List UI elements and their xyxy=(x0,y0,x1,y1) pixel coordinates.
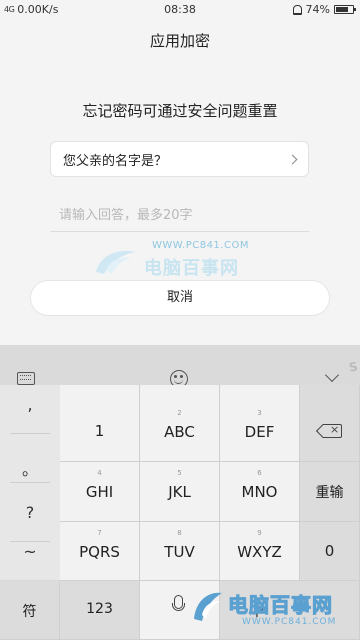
punct-key[interactable]: 。 xyxy=(0,434,60,483)
watermark-corner-url: WWW.PC841.COM xyxy=(242,617,337,627)
punct-label: ~ xyxy=(23,542,37,561)
status-bar: 4G 0.00K/s 08:38 74% xyxy=(0,0,360,20)
key-num: 9 xyxy=(257,529,262,537)
key-label: MNO xyxy=(241,483,278,501)
key-num: 5 xyxy=(177,469,182,477)
key-4[interactable]: 4 GHI xyxy=(60,462,140,522)
battery-percent: 74% xyxy=(305,3,330,16)
key-label: GHI xyxy=(85,483,114,501)
punct-key[interactable]: ~ xyxy=(0,532,60,581)
key-9[interactable]: 9 WXYZ xyxy=(220,522,300,581)
punct-label: ? xyxy=(25,503,35,522)
key-num: 7 xyxy=(97,529,102,537)
key-2[interactable]: 2 ABC xyxy=(140,385,220,462)
security-question-select[interactable]: 您父亲的名字是？ xyxy=(50,141,309,177)
reinput-label: 重输 xyxy=(315,485,344,501)
key-label: 0 xyxy=(324,542,335,560)
watermark: WWW.PC841.COM 电脑百事网 xyxy=(92,240,272,280)
punct-label: 。 xyxy=(21,460,38,479)
watermark-logo-icon xyxy=(96,250,136,274)
keyboard-icon[interactable] xyxy=(17,372,35,385)
key-8[interactable]: 8 TUV xyxy=(140,522,220,581)
punct-label: , xyxy=(27,395,33,414)
key-label: PQRS xyxy=(79,543,120,561)
symbol-key[interactable]: 符 xyxy=(0,581,60,640)
key-num: 6 xyxy=(257,469,262,477)
key-5[interactable]: 5 JKL xyxy=(140,462,220,522)
key-num: 4 xyxy=(97,469,102,477)
answer-input[interactable]: 请输入回答，最多20字 xyxy=(50,196,309,232)
battery-icon xyxy=(334,5,356,14)
key-label: ABC xyxy=(164,423,195,441)
watermark-name: 电脑百事网 xyxy=(144,258,239,279)
key-label: TUV xyxy=(164,543,195,561)
notification-icon xyxy=(292,4,302,15)
microphone-base xyxy=(172,603,185,611)
numbers-key[interactable]: 123 xyxy=(60,581,140,640)
key-label: 1 xyxy=(94,422,105,440)
punct-key[interactable]: , xyxy=(0,385,60,434)
watermark-corner-name: 电脑百事网 xyxy=(228,593,333,618)
key-0[interactable]: 0 xyxy=(300,522,360,581)
reinput-key[interactable]: 重输 xyxy=(300,462,360,522)
watermark-corner: 电脑百事网 WWW.PC841.COM xyxy=(188,585,360,640)
key-7[interactable]: 7 PQRS xyxy=(60,522,140,581)
key-label: JKL xyxy=(168,483,191,501)
key-label: DEF xyxy=(244,423,275,441)
key-num: 2 xyxy=(177,409,182,417)
key-num: 3 xyxy=(257,409,262,417)
reset-instruction: 忘记密码可通过安全问题重置 xyxy=(82,102,278,120)
backspace-icon: × xyxy=(315,423,342,439)
watermark-url: WWW.PC841.COM xyxy=(152,240,249,251)
key-label: WXYZ xyxy=(237,543,282,561)
watermark-corner-logo-icon xyxy=(194,592,222,621)
status-right: 74% xyxy=(292,3,356,16)
chevron-right-icon xyxy=(287,154,298,164)
numbers-label: 123 xyxy=(86,601,113,617)
key-3[interactable]: 3 DEF xyxy=(220,385,300,462)
key-1[interactable]: 1 xyxy=(60,385,140,462)
key-num: 8 xyxy=(177,529,182,537)
page-title: 应用加密 xyxy=(149,32,210,50)
security-question-text: 您父亲的名字是？ xyxy=(63,153,168,169)
key-6[interactable]: 6 MNO xyxy=(220,462,300,522)
cancel-button[interactable]: 取消 xyxy=(30,280,330,316)
symbol-label: 符 xyxy=(22,604,37,620)
